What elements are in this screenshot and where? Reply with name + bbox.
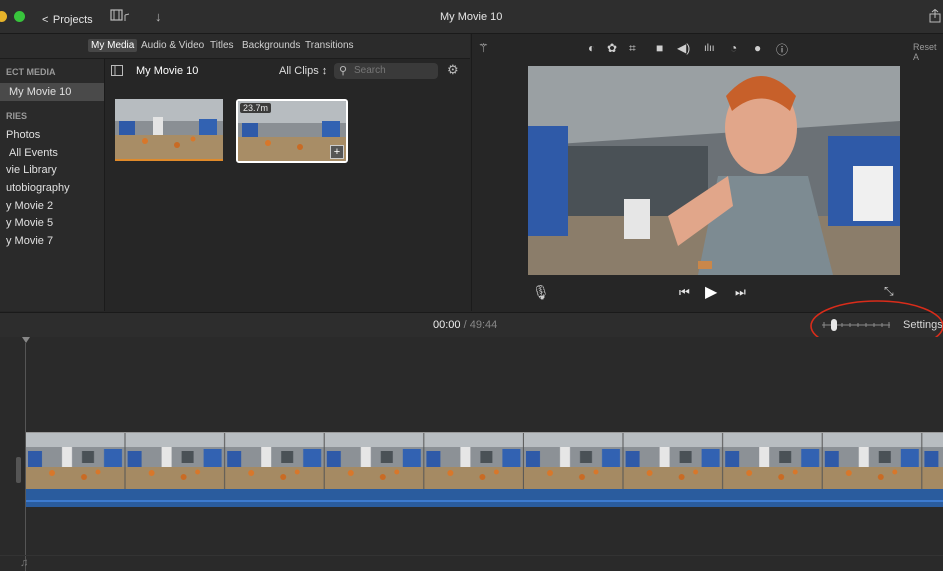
sidebar-item-autobiography[interactable]: utobiography (6, 182, 70, 194)
timeline-video-clip[interactable] (26, 432, 943, 489)
sidebar-section-libraries: RIES (6, 111, 28, 121)
tab-backgrounds[interactable]: Backgrounds (242, 40, 300, 51)
sidebar-item-photos[interactable]: Photos (6, 129, 40, 141)
sidebar-section-project-media: ECT MEDIA (6, 67, 56, 77)
minimize-window-button[interactable] (0, 11, 7, 22)
media-tabs-bar: My Media Audio & Video Titles Background… (0, 34, 470, 59)
gear-icon[interactable]: ⚙ (447, 62, 459, 78)
clip-trim-handle[interactable] (16, 457, 21, 483)
import-down-arrow-icon[interactable]: ↓ (155, 9, 162, 24)
current-time: 00:00 (433, 319, 461, 331)
search-field[interactable]: ⚲ Search (334, 63, 438, 79)
total-time: 49:44 (469, 319, 498, 331)
info-icon[interactable]: ⓘ (776, 41, 788, 58)
media-import-toggle[interactable] (110, 9, 132, 23)
color-balance-icon[interactable]: ◐ (588, 41, 595, 55)
sidebar-item-project[interactable]: My Movie 10 (0, 83, 104, 101)
play-icon[interactable]: ▶ (705, 282, 717, 302)
clip-filmstrip (26, 433, 943, 489)
clip-thumbnail-2[interactable]: 23.7m + (236, 99, 348, 163)
tab-titles[interactable]: Titles (210, 40, 234, 51)
share-icon[interactable] (929, 9, 941, 23)
video-preview[interactable] (528, 66, 900, 275)
viewer-panel: ⚚ ◐ ✿ ⌗ ■ ◀) ılıı ◔ ● ⓘ Reset A 🎙 ⏮ ▶ ⏭ … (471, 34, 943, 311)
skip-forward-icon[interactable]: ⏭ (735, 285, 746, 300)
add-clip-plus-icon[interactable]: + (330, 145, 344, 159)
speed-icon[interactable]: ◔ (730, 41, 737, 55)
sidebar-item-label: My Movie 10 (9, 86, 72, 98)
clip-thumbnail-1[interactable] (115, 99, 223, 161)
reset-all-button[interactable]: Reset A (913, 42, 943, 62)
timeline-header: 00:00 / 49:44 Settings (0, 312, 943, 338)
equalizer-icon[interactable]: ılıı (704, 43, 715, 54)
tab-my-media[interactable]: My Media (88, 39, 138, 52)
search-icon: ⚲ (339, 65, 348, 77)
timeline: ♫ (0, 337, 943, 571)
clip-duration-badge: 23.7m (240, 103, 272, 113)
video-frame-image (528, 66, 900, 275)
sidebar-item-all-events[interactable]: All Events (9, 147, 58, 159)
projects-label: Projects (52, 14, 93, 26)
film-music-icon (110, 9, 130, 21)
timecode-display: 00:00 / 49:44 (433, 319, 497, 331)
clip-audio-waveform (26, 489, 943, 507)
search-placeholder: Search (354, 65, 386, 76)
stabilization-icon[interactable]: ■ (656, 41, 663, 55)
clip-frame-image (115, 99, 223, 159)
sidebar-item-movie-library[interactable]: vie Library (6, 164, 57, 176)
color-correction-icon[interactable]: ✿ (607, 41, 617, 55)
tab-transitions[interactable]: Transitions (305, 40, 354, 51)
media-browser: My Movie 10 All Clips ↕ ⚲ Search ⚙ 23.7m… (105, 59, 470, 311)
clip-filter-icon[interactable]: ● (754, 41, 761, 55)
volume-icon[interactable]: ◀) (677, 41, 690, 55)
sidebar-item-my-movie-7[interactable]: y Movie 7 (6, 235, 53, 247)
title-bar: < Projects ↓ My Movie 10 (0, 0, 943, 34)
sidebar-item-my-movie-2[interactable]: y Movie 2 (6, 200, 53, 212)
time-separator: / (463, 319, 467, 331)
crop-icon[interactable]: ⌗ (629, 41, 636, 56)
clip-filter-select[interactable]: All Clips ↕ (279, 65, 327, 77)
music-track-divider (0, 555, 943, 556)
sidebar-toggle-icon[interactable] (111, 65, 123, 76)
chevron-left-icon: < (42, 14, 49, 26)
magic-wand-icon[interactable]: ⚚ (478, 41, 489, 55)
voiceover-mic-icon[interactable]: 🎙 (532, 284, 550, 301)
playhead-marker-icon[interactable] (22, 337, 30, 345)
event-title: My Movie 10 (136, 65, 199, 77)
projects-back-button[interactable]: < Projects (42, 10, 93, 28)
tab-audio-video[interactable]: Audio & Video (141, 40, 204, 51)
sidebar-item-my-movie-5[interactable]: y Movie 5 (6, 217, 53, 229)
skip-back-icon[interactable]: ⏮ (679, 285, 690, 300)
music-note-icon: ♫ (20, 557, 29, 569)
window-title: My Movie 10 (440, 11, 503, 23)
zoom-window-button[interactable] (14, 11, 25, 22)
libraries-sidebar: ECT MEDIA My Movie 10 RIES Photos All Ev… (0, 59, 105, 311)
